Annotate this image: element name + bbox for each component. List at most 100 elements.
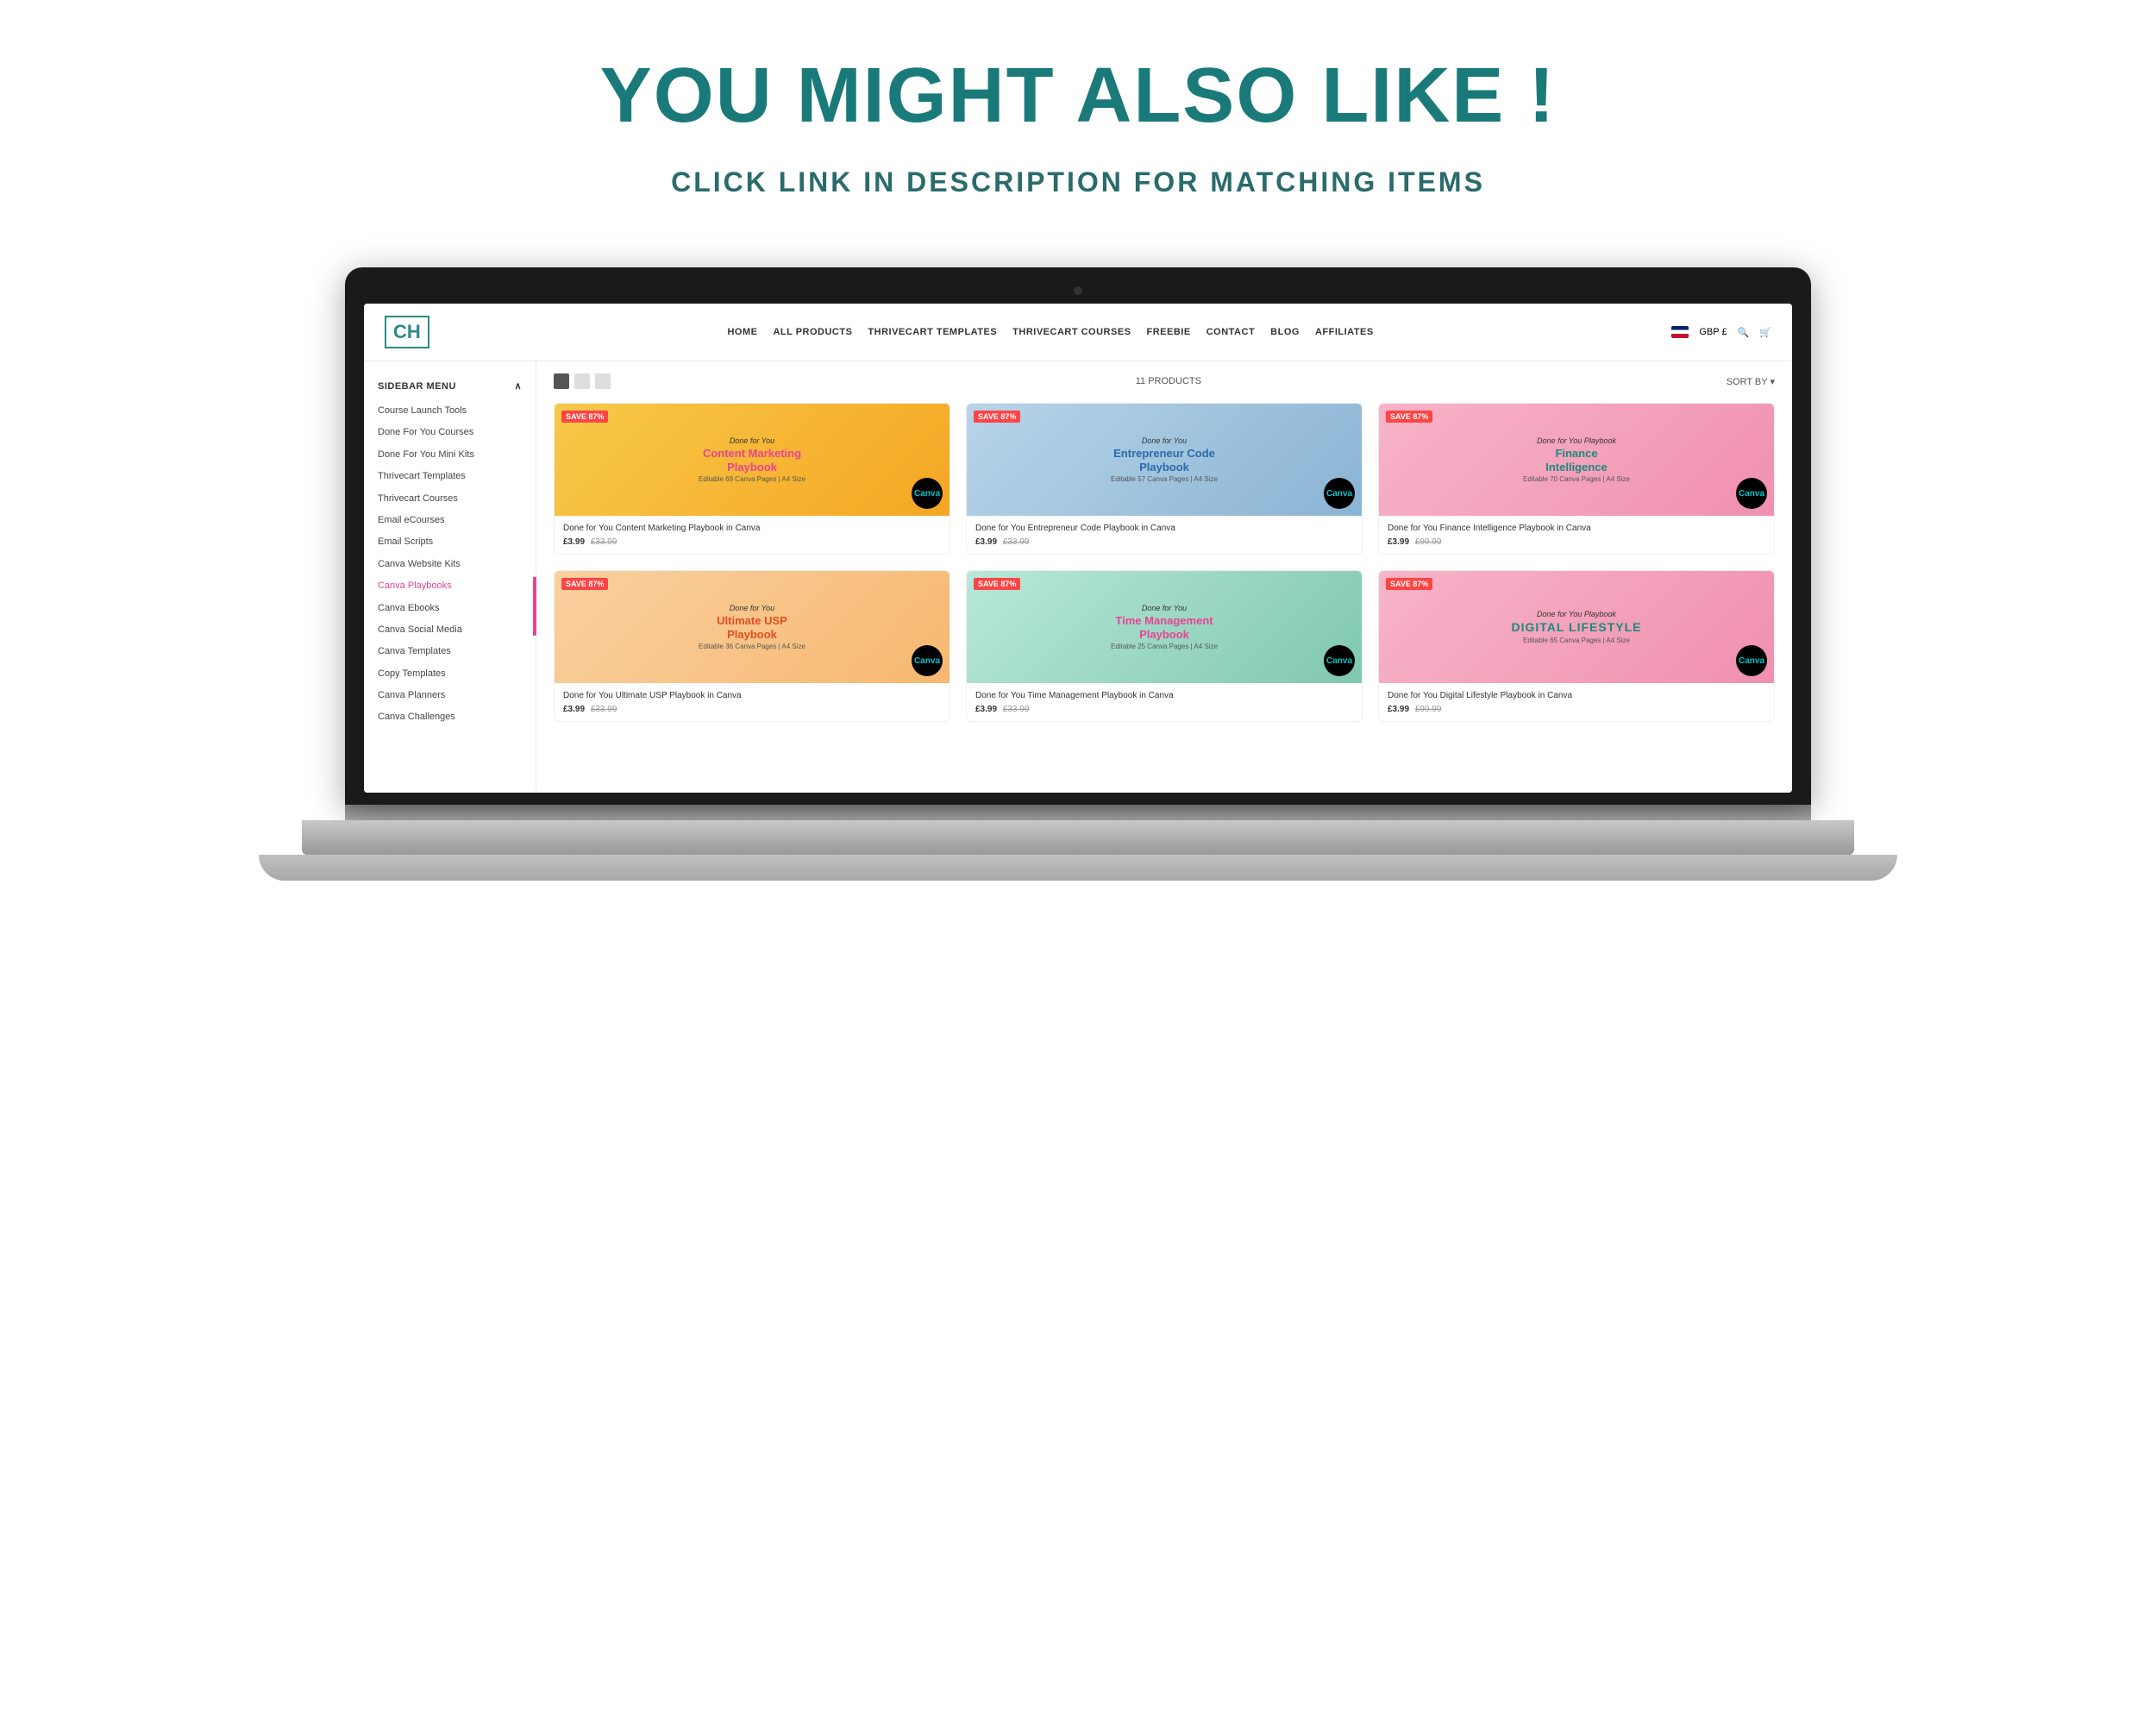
laptop-hinge [345, 805, 1811, 820]
product-price-6: £3.99 £99.99 [1388, 705, 1765, 714]
sidebar-item-canva-website-kits[interactable]: Canva Website Kits [364, 554, 536, 575]
sidebar-item-thrivecart-courses[interactable]: Thrivecart Courses [364, 488, 536, 510]
product-card-3[interactable]: Done for You Playbook FinanceIntelligenc… [1378, 403, 1775, 555]
canva-badge-1: Canva [912, 478, 943, 509]
sidebar-item-canva-ebooks[interactable]: Canva Ebooks [364, 598, 536, 619]
search-icon[interactable]: 🔍 [1738, 327, 1750, 338]
site-navbar: CH HOME ALL PRODUCTS THRIVECART TEMPLATE… [364, 304, 1792, 361]
sidebar-item-canva-playbooks[interactable]: Canva Playbooks [364, 575, 536, 597]
product-image-6: Done for You Playbook DIGITAL LIFESTYLE … [1379, 571, 1774, 683]
cart-icon[interactable]: 🛒 [1759, 327, 1771, 338]
product-name-2: Done for You Entrepreneur Code Playbook … [975, 523, 1353, 534]
products-toolbar: 11 PRODUCTS SORT BY ▾ [554, 373, 1775, 389]
product-info-2: Done for You Entrepreneur Code Playbook … [967, 516, 1362, 554]
product-inner-4: Done for You Ultimate USPPlaybook Editab… [690, 595, 814, 659]
product-info-5: Done for You Time Management Playbook in… [967, 683, 1362, 721]
sidebar-item-canva-social-media[interactable]: Canva Social Media [364, 619, 536, 641]
sidebar-item-done-for-you-courses[interactable]: Done For You Courses [364, 422, 536, 443]
product-card-2[interactable]: Done for You Entrepreneur CodePlaybook E… [966, 403, 1363, 555]
product-image-2: Done for You Entrepreneur CodePlaybook E… [967, 404, 1362, 516]
laptop-foot [259, 855, 1897, 881]
laptop-mockup: CH HOME ALL PRODUCTS THRIVECART TEMPLATE… [345, 267, 1811, 881]
grid-view-icon[interactable] [554, 373, 569, 389]
product-card-6[interactable]: Done for You Playbook DIGITAL LIFESTYLE … [1378, 570, 1775, 722]
sidebar-item-email-scripts[interactable]: Email Scripts [364, 531, 536, 553]
product-name-4: Done for You Ultimate USP Playbook in Ca… [563, 690, 941, 701]
canva-badge-4: Canva [912, 645, 943, 676]
product-inner-1: Done for You Content MarketingPlaybook E… [690, 428, 814, 492]
laptop-screen: CH HOME ALL PRODUCTS THRIVECART TEMPLATE… [364, 304, 1792, 793]
product-price-2: £3.99 £33.99 [975, 537, 1353, 547]
currency-label[interactable]: GBP £ [1699, 327, 1727, 337]
canva-badge-3: Canva [1736, 478, 1767, 509]
save-badge-3: SAVE 87% [1386, 411, 1432, 423]
product-info-4: Done for You Ultimate USP Playbook in Ca… [555, 683, 950, 721]
nav-all-products[interactable]: ALL PRODUCTS [773, 327, 852, 337]
save-badge-6: SAVE 87% [1386, 578, 1432, 590]
product-image-5: Done for You Time ManagementPlaybook Edi… [967, 571, 1362, 683]
product-card-1[interactable]: Done for You Content MarketingPlaybook E… [554, 403, 950, 555]
compact-view-icon[interactable] [595, 373, 611, 389]
product-image-3: Done for You Playbook FinanceIntelligenc… [1379, 404, 1774, 516]
product-card-4[interactable]: Done for You Ultimate USPPlaybook Editab… [554, 570, 950, 722]
flag-icon [1671, 326, 1689, 338]
sidebar-item-course-launch-tools[interactable]: Course Launch Tools [364, 400, 536, 422]
save-badge-4: SAVE 87% [561, 578, 608, 590]
canva-badge-6: Canva [1736, 645, 1767, 676]
products-count: 11 PRODUCTS [1136, 376, 1201, 386]
sort-by-control[interactable]: SORT BY ▾ [1727, 376, 1775, 387]
laptop-camera [1074, 286, 1082, 295]
nav-thrivecart-courses[interactable]: THRIVECART COURSES [1012, 327, 1131, 337]
sidebar-menu-header: SIDEBAR MENU ∧ [364, 375, 536, 400]
nav-blog[interactable]: BLOG [1270, 327, 1300, 337]
canva-badge-5: Canva [1324, 645, 1355, 676]
sidebar-collapse-icon[interactable]: ∧ [514, 380, 522, 392]
product-image-1: Done for You Content MarketingPlaybook E… [555, 404, 950, 516]
product-inner-3: Done for You Playbook FinanceIntelligenc… [1514, 428, 1639, 492]
product-image-4: Done for You Ultimate USPPlaybook Editab… [555, 571, 950, 683]
product-name-1: Done for You Content Marketing Playbook … [563, 523, 941, 534]
nav-right: GBP £ 🔍 🛒 [1671, 326, 1771, 338]
nav-affiliates[interactable]: AFFILIATES [1315, 327, 1374, 337]
sidebar-item-copy-templates[interactable]: Copy Templates [364, 663, 536, 685]
sidebar-item-thrivecart-templates[interactable]: Thrivecart Templates [364, 466, 536, 487]
list-view-icon[interactable] [574, 373, 590, 389]
product-inner-5: Done for You Time ManagementPlaybook Edi… [1102, 595, 1226, 659]
sidebar-item-canva-planners[interactable]: Canva Planners [364, 685, 536, 706]
product-info-3: Done for You Finance Intelligence Playbo… [1379, 516, 1774, 554]
product-name-6: Done for You Digital Lifestyle Playbook … [1388, 690, 1765, 701]
laptop-base [302, 820, 1854, 855]
product-card-5[interactable]: Done for You Time ManagementPlaybook Edi… [966, 570, 1363, 722]
product-price-4: £3.99 £33.99 [563, 705, 941, 714]
product-name-5: Done for You Time Management Playbook in… [975, 690, 1353, 701]
product-info-1: Done for You Content Marketing Playbook … [555, 516, 950, 554]
sidebar-item-canva-templates[interactable]: Canva Templates [364, 641, 536, 662]
save-badge-2: SAVE 87% [974, 411, 1020, 423]
sidebar: SIDEBAR MENU ∧ Course Launch Tools Done … [364, 361, 536, 793]
product-inner-2: Done for You Entrepreneur CodePlaybook E… [1102, 428, 1226, 492]
product-price-1: £3.99 £33.99 [563, 537, 941, 547]
main-product-area: 11 PRODUCTS SORT BY ▾ Done for You [536, 361, 1792, 793]
laptop-bezel: CH HOME ALL PRODUCTS THRIVECART TEMPLATE… [345, 267, 1811, 805]
product-price-5: £3.99 £33.99 [975, 705, 1353, 714]
products-grid: Done for You Content MarketingPlaybook E… [554, 403, 1775, 722]
sidebar-item-canva-challenges[interactable]: Canva Challenges [364, 706, 536, 728]
product-price-3: £3.99 £99.99 [1388, 537, 1765, 547]
nav-thrivecart-templates[interactable]: THRIVECART TEMPLATES [868, 327, 997, 337]
nav-home[interactable]: HOME [727, 327, 757, 337]
nav-links: HOME ALL PRODUCTS THRIVECART TEMPLATES T… [727, 327, 1373, 337]
sidebar-item-done-for-you-mini-kits[interactable]: Done For You Mini Kits [364, 444, 536, 466]
site-logo: CH [385, 316, 429, 348]
site-content: SIDEBAR MENU ∧ Course Launch Tools Done … [364, 361, 1792, 793]
page-headline: YOU MIGHT ALSO LIKE ! [600, 52, 1557, 141]
view-icons [554, 373, 611, 389]
product-inner-6: Done for You Playbook DIGITAL LIFESTYLE … [1502, 601, 1650, 653]
sidebar-title: SIDEBAR MENU [378, 381, 456, 392]
save-badge-5: SAVE 87% [974, 578, 1020, 590]
nav-freebie[interactable]: FREEBIE [1147, 327, 1191, 337]
page-subheadline: CLICK LINK IN DESCRIPTION FOR MATCHING I… [671, 166, 1485, 198]
product-info-6: Done for You Digital Lifestyle Playbook … [1379, 683, 1774, 721]
nav-contact[interactable]: CONTACT [1206, 327, 1255, 337]
canva-badge-2: Canva [1324, 478, 1355, 509]
sidebar-item-email-ecourses[interactable]: Email eCourses [364, 510, 536, 531]
